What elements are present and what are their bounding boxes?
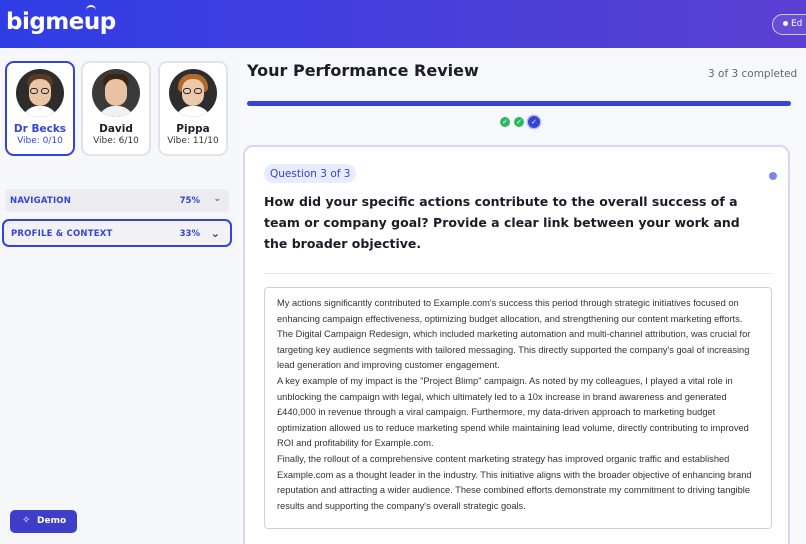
team-member-name: Pippa — [176, 123, 210, 135]
demo-button[interactable]: ✧ Demo — [10, 510, 77, 533]
team-member-vibe: Vibe: 6/10 — [93, 136, 139, 146]
top-bar: bigmeup Ed — [0, 0, 806, 48]
page-title: Your Performance Review — [247, 61, 479, 80]
section-label: PROFILE & CONTEXT — [11, 229, 113, 239]
chevron-down-icon: ⌄ — [210, 227, 220, 240]
team-member-name: Dr Becks — [13, 123, 67, 135]
answer-textarea[interactable]: My actions significantly contributed to … — [264, 287, 772, 529]
answer-paragraph: My actions significantly contributed to … — [277, 298, 751, 371]
brand-logo[interactable]: bigmeup — [6, 9, 116, 35]
section-percent: 75% — [179, 196, 200, 206]
section-profile-context[interactable]: PROFILE & CONTEXT 33% ⌄ — [2, 219, 232, 247]
team-member-card-1[interactable]: David Vibe: 6/10 — [81, 61, 151, 156]
avatar-icon — [16, 69, 64, 117]
step-complete-icon[interactable]: ✓ — [500, 117, 510, 127]
answer-paragraph: A key example of my impact is the "Proje… — [277, 375, 749, 449]
progress-bar-fill — [247, 101, 791, 106]
logo-text-start: bigme — [6, 9, 84, 35]
chevron-down-icon: ⌄ — [213, 194, 221, 204]
section-percent: 33% — [179, 229, 200, 239]
demo-button-label: Demo — [37, 516, 67, 526]
step-complete-icon[interactable]: ✓ — [514, 117, 524, 127]
answer-paragraph: Finally, the rollout of a comprehensive … — [277, 453, 752, 511]
logo-text-end: up — [83, 9, 116, 35]
question-badge: Question 3 of 3 — [264, 164, 357, 183]
edit-button[interactable]: Ed — [772, 14, 806, 35]
divider — [264, 273, 771, 274]
completion-status: 3 of 3 completed — [708, 68, 798, 80]
question-card: Question 3 of 3 How did your specific ac… — [243, 145, 790, 544]
team-member-vibe: Vibe: 0/10 — [17, 136, 63, 146]
edit-button-label: Ed — [791, 19, 803, 29]
sidebar: Dr Becks Vibe: 0/10 David Vibe: 6/10 Pip… — [0, 48, 236, 544]
team-member-vibe: Vibe: 11/10 — [167, 136, 219, 146]
progress-bar — [247, 101, 791, 106]
team-member-name: David — [99, 123, 133, 135]
team-member-card-0[interactable]: Dr Becks Vibe: 0/10 — [5, 61, 75, 156]
question-text: How did your specific actions contribute… — [264, 194, 740, 251]
magic-wand-icon: ✧ — [22, 515, 31, 526]
team-member-card-2[interactable]: Pippa Vibe: 11/10 — [158, 61, 228, 156]
status-dot-icon — [769, 172, 777, 180]
section-navigation[interactable]: NAVIGATION 75% ⌄ — [5, 189, 229, 212]
avatar-icon — [92, 69, 140, 117]
step-current-icon[interactable]: ✓ — [528, 116, 540, 128]
pin-icon — [783, 21, 788, 26]
section-label: NAVIGATION — [10, 196, 72, 206]
avatar-icon — [169, 69, 217, 117]
